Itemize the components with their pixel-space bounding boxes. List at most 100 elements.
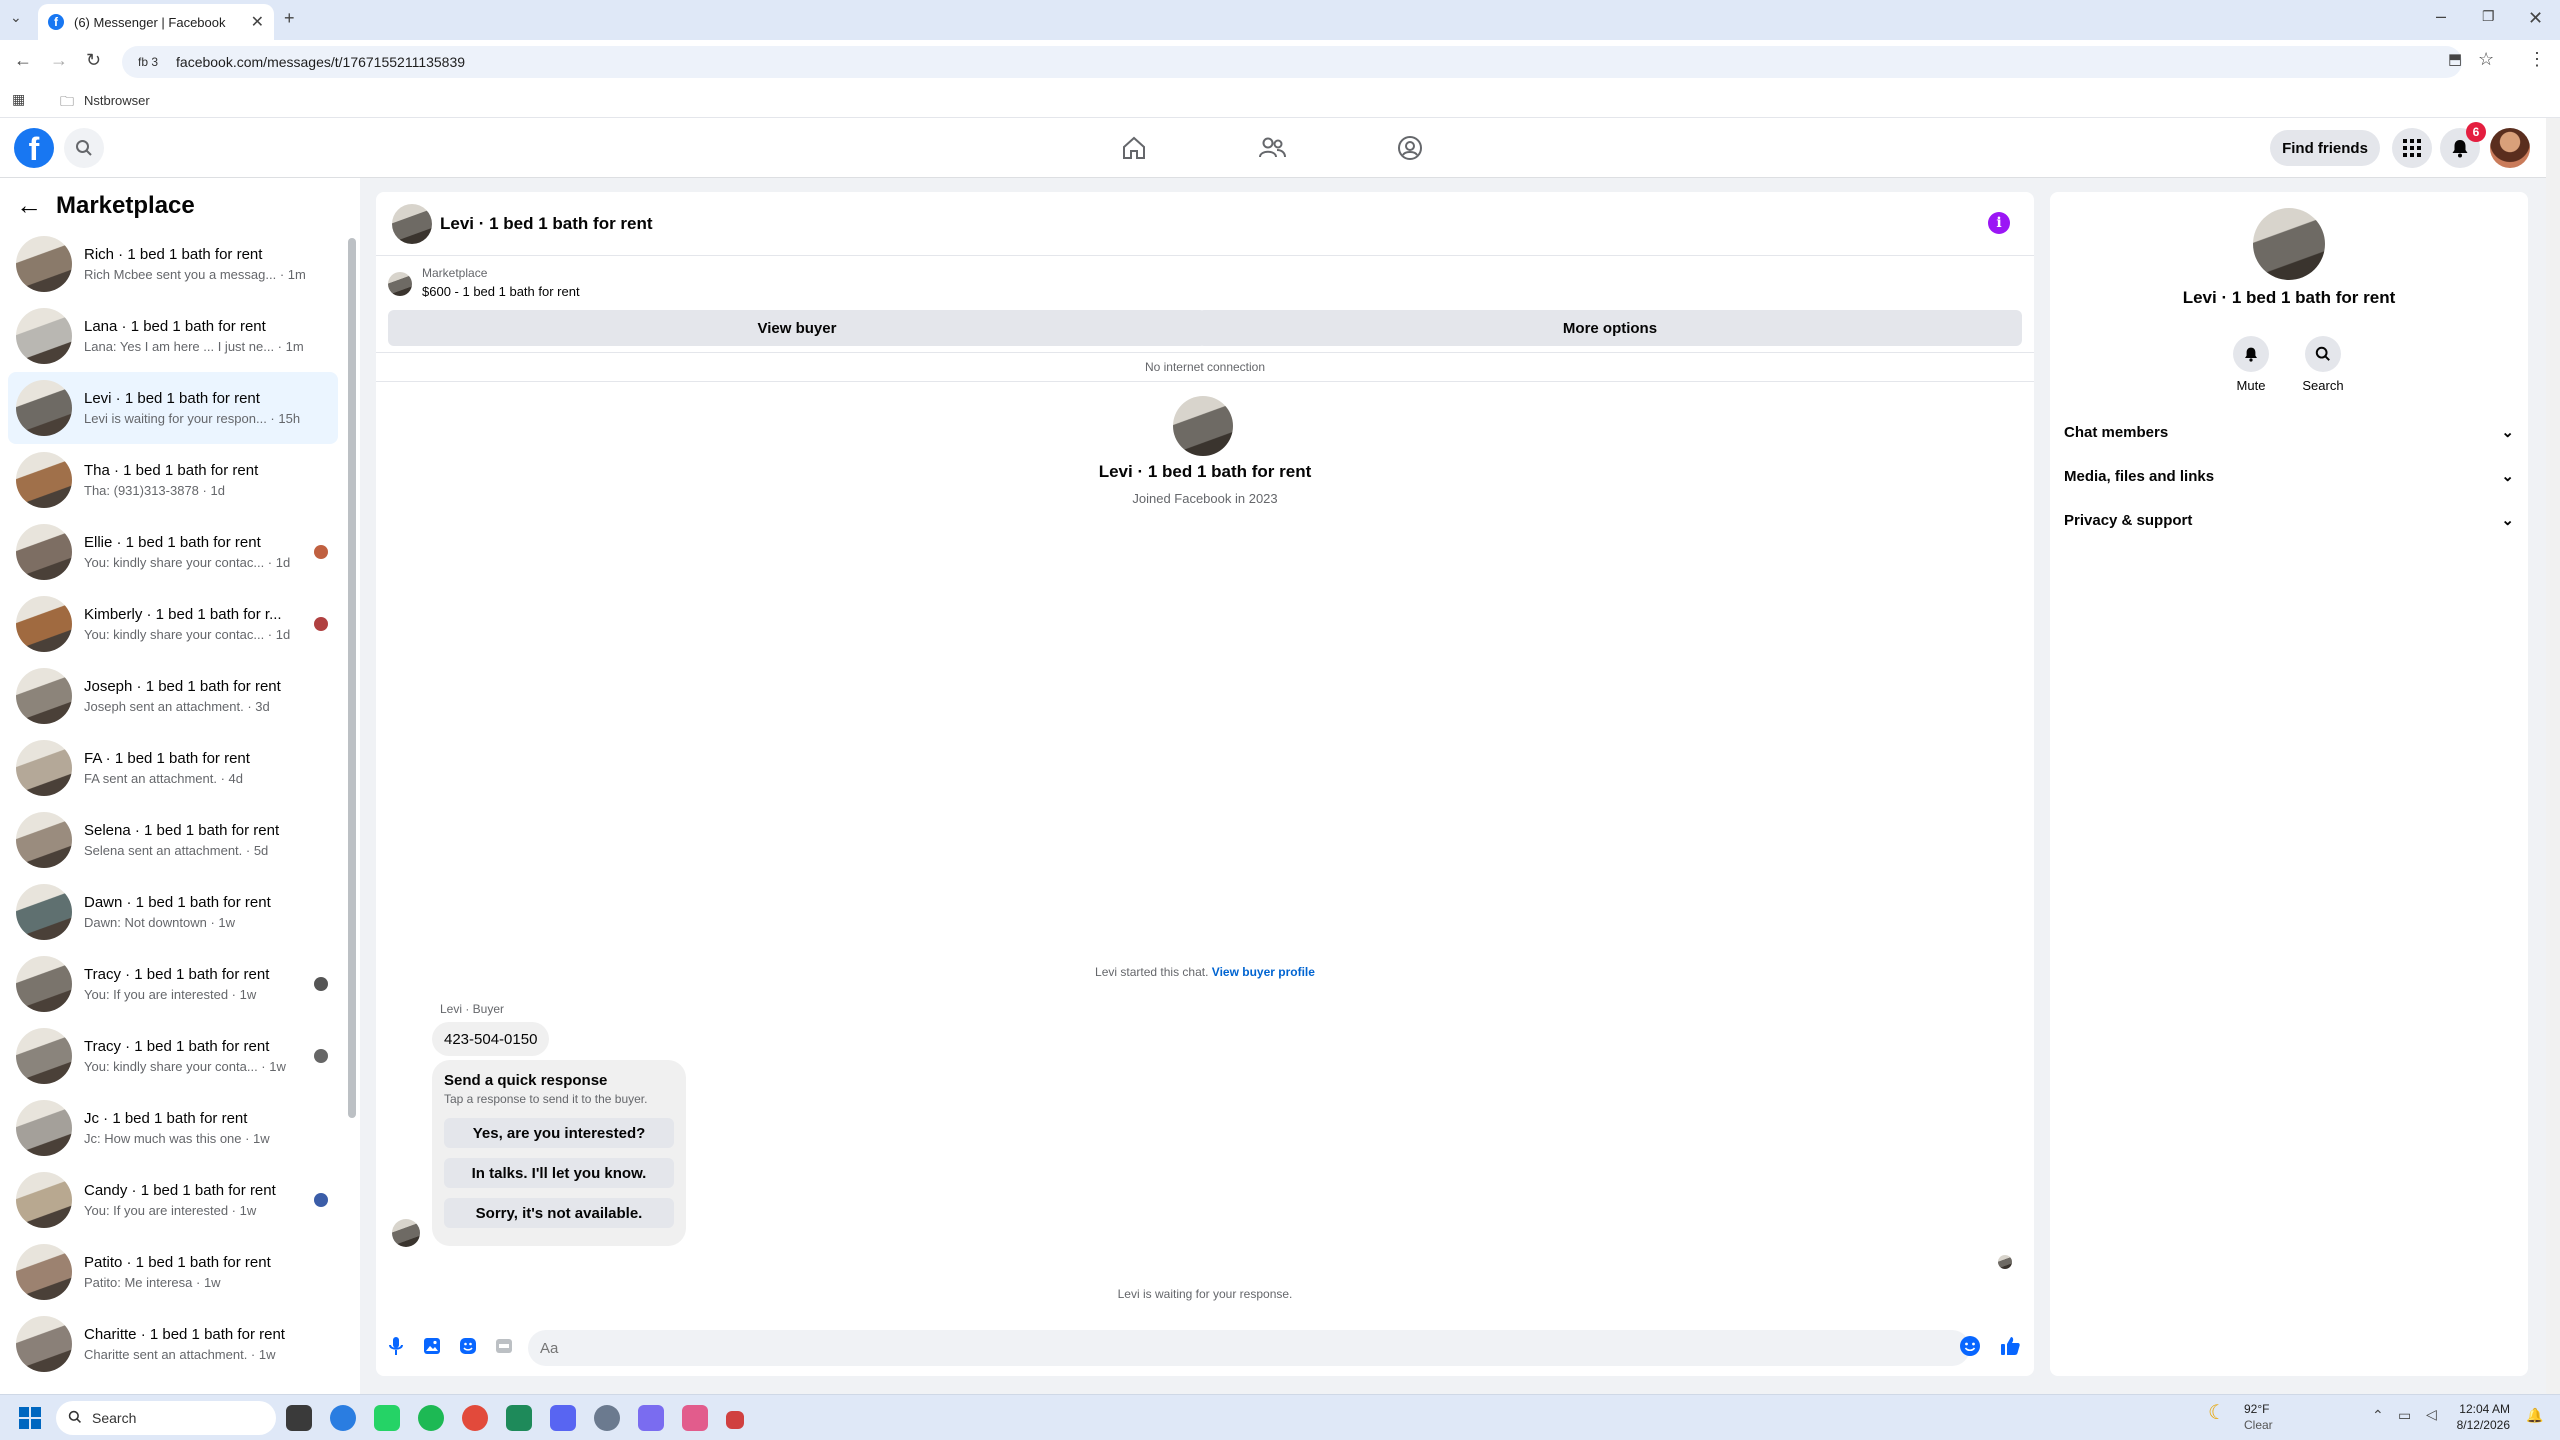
microphone-icon[interactable] <box>384 1334 408 1358</box>
conversation-item[interactable]: Candy · 1 bed 1 bath for rent You: If you… <box>8 1164 338 1236</box>
url-text[interactable]: facebook.com/messages/t/1767155211135839 <box>176 54 465 70</box>
restore-icon[interactable]: ❐ <box>2482 8 2495 25</box>
conversation-item[interactable]: Jc · 1 bed 1 bath for rent Jc: How much w… <box>8 1092 338 1164</box>
conversation-item[interactable]: Ellie · 1 bed 1 bath for rent You: kindly… <box>8 516 338 588</box>
conversation-name: Jc · 1 bed 1 bath for rent <box>84 1110 248 1127</box>
conversation-name: Rich · 1 bed 1 bath for rent <box>84 246 263 263</box>
page-scrollbar[interactable] <box>2546 118 2560 1394</box>
bookmarks-bar: ▦ 🗀 Nstbrowser <box>0 84 2560 118</box>
install-app-icon[interactable]: ⬒ <box>2448 50 2462 68</box>
listing-title[interactable]: $600 - 1 bed 1 bath for rent <box>422 284 580 299</box>
emoji-icon[interactable] <box>1958 1334 1982 1358</box>
bookmark-star-icon[interactable]: ☆ <box>2478 49 2494 70</box>
search-in-conversation-button[interactable]: Search <box>2293 336 2353 393</box>
conversation-item[interactable]: Patito · 1 bed 1 bath for rent Patito: Me… <box>8 1236 338 1308</box>
details-avatar[interactable] <box>2253 208 2325 280</box>
gif-icon[interactable] <box>492 1334 516 1358</box>
quick-reply-in-talks[interactable]: In talks. I'll let you know. <box>444 1158 674 1188</box>
conversation-text: Ellie · 1 bed 1 bath for rent You: kindly… <box>84 534 319 570</box>
profile-avatar[interactable] <box>2490 128 2530 168</box>
conversation-avatar <box>16 524 72 580</box>
conversation-item[interactable]: Rich · 1 bed 1 bath for rent Rich Mcbee s… <box>8 228 338 300</box>
menu-grid-icon[interactable] <box>2392 128 2432 168</box>
conversation-item[interactable]: Tha · 1 bed 1 bath for rent Tha: (931)313… <box>8 444 338 516</box>
mute-button[interactable]: Mute <box>2221 336 2281 393</box>
media-files-links-section[interactable]: Media, files and links ⌄ <box>2064 458 2514 494</box>
clock-time: 12:04 AM <box>2459 1402 2510 1416</box>
quick-reply-yes[interactable]: Yes, are you interested? <box>444 1118 674 1148</box>
task-view-icon[interactable] <box>286 1405 312 1431</box>
new-tab-icon[interactable]: + <box>284 8 295 29</box>
search-icon[interactable] <box>64 128 104 168</box>
show-hidden-icons-icon[interactable]: ⌃ <box>2372 1407 2384 1424</box>
view-buyer-button[interactable]: View buyer <box>388 310 1206 346</box>
whatsapp-app-icon[interactable] <box>374 1405 400 1431</box>
message-input[interactable] <box>528 1330 1970 1366</box>
conversation-item[interactable]: Charitte · 1 bed 1 bath for rent Charitte… <box>8 1308 338 1380</box>
forward-icon[interactable]: → <box>50 50 68 71</box>
conversation-preview: You: kindly share your contac... · 1d <box>84 627 291 642</box>
conversation-item[interactable]: Tracy · 1 bed 1 bath for rent You: If you… <box>8 948 338 1020</box>
chrome-profile-app-icon[interactable] <box>462 1405 488 1431</box>
sheets-app-icon[interactable] <box>506 1405 532 1431</box>
sender-avatar[interactable] <box>392 1219 420 1247</box>
sidebar-scrollbar[interactable] <box>348 228 356 1118</box>
conversation-text: Tracy · 1 bed 1 bath for rent You: kindly… <box>84 1038 319 1074</box>
browser-tab-active[interactable]: f (6) Messenger | Facebook ✕ <box>38 4 274 40</box>
chat-members-section[interactable]: Chat members ⌄ <box>2064 414 2514 450</box>
conversation-item[interactable]: Levi · 1 bed 1 bath for rent Levi is wait… <box>8 372 338 444</box>
close-window-icon[interactable]: ✕ <box>2528 8 2543 29</box>
chat-avatar[interactable] <box>392 204 432 244</box>
close-tab-icon[interactable]: ✕ <box>251 12 264 32</box>
conversation-preview: Patito: Me interesa · 1w <box>84 1275 221 1290</box>
groups-icon[interactable] <box>1394 132 1426 164</box>
tab-search-icon[interactable]: ⌄ <box>10 9 22 26</box>
bookmark-nstbrowser[interactable]: Nstbrowser <box>84 93 150 108</box>
back-icon[interactable]: ← <box>14 50 32 71</box>
view-buyer-profile-link[interactable]: View buyer profile <box>1212 965 1315 979</box>
info-icon[interactable]: i <box>1988 212 2010 234</box>
find-friends-button[interactable]: Find friends <box>2270 130 2380 166</box>
home-icon[interactable] <box>1118 132 1150 164</box>
windows-taskbar: Search ☾ 92°F Clear ⌃ ▭ ◁ 12:04 AM 8/12/… <box>0 1394 2560 1440</box>
clock[interactable]: 12:04 AM 8/12/2026 <box>2410 1401 2510 1433</box>
facebook-logo[interactable]: f <box>14 128 54 168</box>
privacy-support-section[interactable]: Privacy & support ⌄ <box>2064 502 2514 538</box>
back-arrow-icon[interactable]: ← <box>16 190 56 221</box>
more-options-button[interactable]: More options <box>1198 310 2022 346</box>
reload-icon[interactable]: ↻ <box>86 50 101 71</box>
conversation-preview: Lana: Yes I am here ... I just ne... · 1… <box>84 339 304 354</box>
chrome-app-icon[interactable] <box>330 1405 356 1431</box>
conversation-item[interactable]: Selena · 1 bed 1 bath for rent Selena sen… <box>8 804 338 876</box>
conversation-item[interactable]: Kimberly · 1 bed 1 bath for r... You: kin… <box>8 588 338 660</box>
sticker-icon[interactable] <box>456 1334 480 1358</box>
apps-grid-icon[interactable]: ▦ <box>12 91 25 108</box>
taskbar-search[interactable]: Search <box>56 1401 276 1435</box>
address-bar[interactable]: fb 3 facebook.com/messages/t/17671552111… <box>122 46 2462 78</box>
weather-widget[interactable]: ☾ 92°F Clear <box>2208 1401 2273 1433</box>
spotify-app-icon[interactable] <box>418 1405 444 1431</box>
like-thumb-icon[interactable] <box>1998 1334 2022 1358</box>
friends-icon[interactable] <box>1256 132 1288 164</box>
browser-active-app-icon[interactable] <box>682 1405 708 1431</box>
message-bubble[interactable]: 423-504-0150 <box>432 1022 550 1056</box>
profile-pill[interactable]: fb 3 <box>130 53 166 71</box>
snipping-app-icon[interactable] <box>726 1411 744 1429</box>
nstbrowser-app-icon[interactable] <box>638 1405 664 1431</box>
notification-center-icon[interactable]: 🔔 <box>2526 1407 2543 1424</box>
conversation-item[interactable]: Lana · 1 bed 1 bath for rent Lana: Yes I … <box>8 300 338 372</box>
conversation-item[interactable]: FA · 1 bed 1 bath for rent FA sent an att… <box>8 732 338 804</box>
quick-reply-not-available[interactable]: Sorry, it's not available. <box>444 1198 674 1228</box>
menu-dots-icon[interactable]: ⋮ <box>2528 49 2546 70</box>
discord-app-icon[interactable] <box>550 1405 576 1431</box>
section-label: Chat members <box>2064 423 2169 441</box>
chat-title[interactable]: Levi · 1 bed 1 bath for rent <box>440 214 653 234</box>
conversation-text: Lana · 1 bed 1 bath for rent Lana: Yes I … <box>84 318 319 354</box>
minimize-icon[interactable]: – <box>2436 6 2446 27</box>
photo-icon[interactable] <box>420 1334 444 1358</box>
conversation-item[interactable]: Tracy · 1 bed 1 bath for rent You: kindly… <box>8 1020 338 1092</box>
conversation-item[interactable]: Dawn · 1 bed 1 bath for rent Dawn: Not do… <box>8 876 338 948</box>
windows-start-icon[interactable] <box>18 1406 42 1430</box>
settings-app-icon[interactable] <box>594 1405 620 1431</box>
conversation-item[interactable]: Joseph · 1 bed 1 bath for rent Joseph sen… <box>8 660 338 732</box>
